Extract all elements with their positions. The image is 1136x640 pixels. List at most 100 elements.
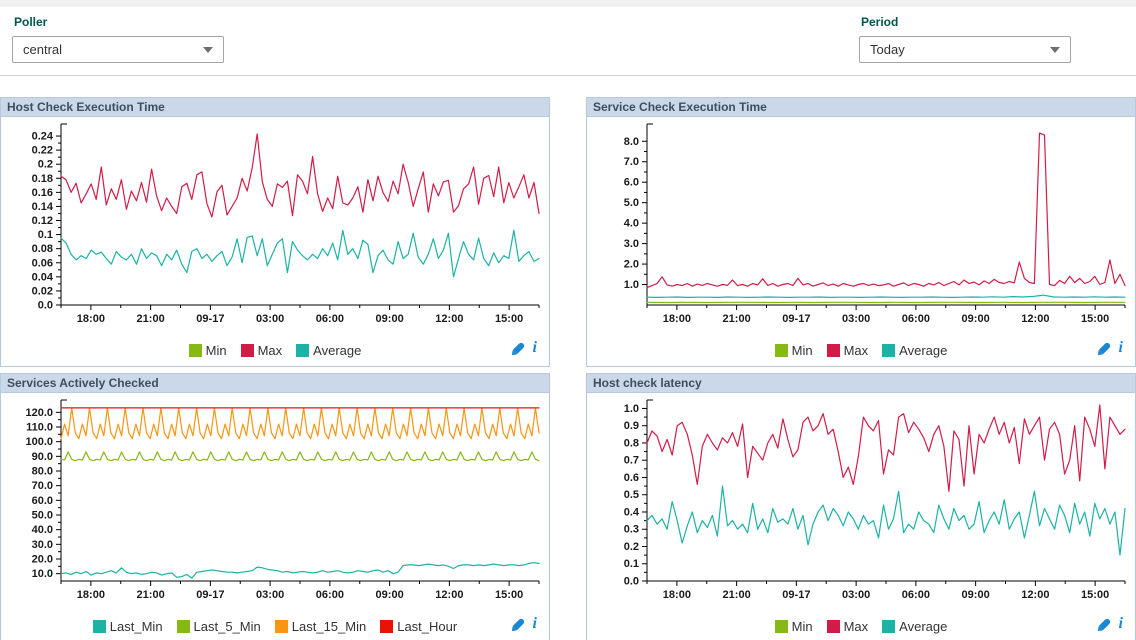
info-icon[interactable]: i	[533, 617, 537, 631]
chart-host-check-latency[interactable]: 0.00.10.20.30.40.50.60.70.80.91.018:0021…	[587, 393, 1135, 613]
legend-swatch-icon	[882, 344, 895, 357]
legend-label: Min	[792, 343, 813, 358]
series-line-Last_5_Min	[61, 452, 539, 461]
svg-text:0.2: 0.2	[624, 541, 639, 553]
legend-swatch-icon	[275, 620, 288, 633]
svg-text:120.0: 120.0	[25, 407, 53, 419]
svg-text:1.0: 1.0	[624, 403, 639, 415]
svg-text:0.16: 0.16	[32, 187, 53, 199]
edit-graph-icon[interactable]	[1098, 342, 1111, 355]
svg-text:0.4: 0.4	[624, 506, 640, 518]
svg-text:0.12: 0.12	[32, 215, 53, 227]
svg-text:0.18: 0.18	[32, 173, 53, 185]
legend-item-Min[interactable]: Min	[775, 343, 813, 358]
svg-text:12:00: 12:00	[435, 589, 463, 601]
svg-text:5.0: 5.0	[624, 197, 639, 209]
panel-services-actively-checked: Services Actively Checked 10.020.030.040…	[0, 373, 550, 640]
period-select[interactable]: Today	[859, 36, 1071, 63]
svg-text:7.0: 7.0	[624, 156, 639, 168]
svg-text:09-17: 09-17	[782, 313, 810, 325]
svg-text:0.5: 0.5	[624, 489, 639, 501]
edit-graph-icon[interactable]	[512, 618, 525, 631]
legend-swatch-icon	[93, 620, 106, 633]
panel-service-check-execution-time: Service Check Execution Time 1.02.03.04.…	[586, 97, 1136, 367]
legend-label: Last_15_Min	[292, 619, 366, 634]
svg-text:12:00: 12:00	[1021, 589, 1049, 601]
legend-swatch-icon	[241, 344, 254, 357]
chart-host-check-execution-time[interactable]: 0.00.020.040.060.080.10.120.140.160.180.…	[1, 117, 549, 337]
legend-label: Last_Hour	[397, 619, 457, 634]
legend-item-Average[interactable]: Average	[882, 619, 947, 634]
chart-title: Services Actively Checked	[1, 374, 549, 393]
charts-grid: Host Check Execution Time 0.00.020.040.0…	[0, 97, 1136, 640]
svg-text:21:00: 21:00	[137, 313, 165, 325]
svg-text:0.0: 0.0	[624, 576, 639, 588]
legend-swatch-icon	[177, 620, 190, 633]
svg-text:0.24: 0.24	[32, 131, 54, 143]
legend-item-Max[interactable]: Max	[241, 343, 283, 358]
edit-graph-icon[interactable]	[512, 342, 525, 355]
info-icon[interactable]: i	[533, 341, 537, 355]
svg-text:0.02: 0.02	[32, 285, 53, 297]
svg-text:6.0: 6.0	[624, 177, 639, 189]
period-filter-group: Period Today	[859, 13, 1071, 63]
svg-text:0.1: 0.1	[38, 229, 53, 241]
panel-host-check-execution-time: Host Check Execution Time 0.00.020.040.0…	[0, 97, 550, 367]
legend-label: Average	[313, 343, 361, 358]
legend-item-Max[interactable]: Max	[827, 343, 869, 358]
chart-legend: Min Max Average	[768, 619, 955, 634]
poller-selected-value: central	[23, 42, 62, 57]
svg-text:15:00: 15:00	[495, 589, 523, 601]
svg-text:09-17: 09-17	[782, 589, 810, 601]
dropdown-arrow-icon	[203, 47, 213, 53]
legend-item-Last_Hour[interactable]: Last_Hour	[380, 619, 457, 634]
series-line-Average	[647, 486, 1125, 555]
svg-text:10.0: 10.0	[32, 568, 53, 580]
svg-text:0.7: 0.7	[624, 455, 639, 467]
chart-services-actively-checked[interactable]: 10.020.030.040.050.060.070.080.090.0100.…	[1, 393, 549, 613]
series-line-Max	[647, 133, 1125, 288]
svg-text:0.8: 0.8	[624, 437, 639, 449]
legend-item-Average[interactable]: Average	[296, 343, 361, 358]
svg-text:60.0: 60.0	[32, 495, 53, 507]
legend-label: Max	[258, 343, 283, 358]
legend-swatch-icon	[380, 620, 393, 633]
legend-item-Average[interactable]: Average	[882, 343, 947, 358]
series-line-Average	[61, 230, 539, 276]
period-label: Period	[861, 15, 1071, 29]
legend-swatch-icon	[296, 344, 309, 357]
legend-label: Min	[792, 619, 813, 634]
legend-label: Last_Min	[110, 619, 163, 634]
svg-text:06:00: 06:00	[316, 313, 344, 325]
svg-text:15:00: 15:00	[1081, 313, 1109, 325]
svg-text:09:00: 09:00	[962, 313, 990, 325]
legend-item-Min[interactable]: Min	[775, 619, 813, 634]
svg-text:12:00: 12:00	[1021, 313, 1049, 325]
poller-filter-group: Poller central	[12, 13, 224, 63]
period-selected-value: Today	[870, 42, 905, 57]
legend-item-Last_Min[interactable]: Last_Min	[93, 619, 163, 634]
legend-item-Last_15_Min[interactable]: Last_15_Min	[275, 619, 366, 634]
legend-item-Max[interactable]: Max	[827, 619, 869, 634]
svg-text:0.22: 0.22	[32, 145, 53, 157]
legend-swatch-icon	[882, 620, 895, 633]
svg-text:0.06: 0.06	[32, 257, 53, 269]
svg-text:0.6: 0.6	[624, 472, 639, 484]
edit-graph-icon[interactable]	[1098, 618, 1111, 631]
info-icon[interactable]: i	[1119, 617, 1123, 631]
svg-text:0.0: 0.0	[38, 300, 53, 312]
svg-text:0.3: 0.3	[624, 524, 639, 536]
legend-label: Max	[844, 619, 869, 634]
info-icon[interactable]: i	[1119, 341, 1123, 355]
dropdown-arrow-icon	[1050, 47, 1060, 53]
poller-select[interactable]: central	[12, 36, 224, 63]
svg-text:2.0: 2.0	[624, 259, 639, 271]
svg-text:1.0: 1.0	[624, 279, 639, 291]
legend-item-Min[interactable]: Min	[189, 343, 227, 358]
legend-item-Last_5_Min[interactable]: Last_5_Min	[177, 619, 261, 634]
chart-service-check-execution-time[interactable]: 1.02.03.04.05.06.07.08.018:0021:0009-170…	[587, 117, 1135, 337]
svg-text:100.0: 100.0	[25, 436, 53, 448]
series-line-Average	[647, 295, 1125, 297]
legend-swatch-icon	[775, 344, 788, 357]
svg-text:0.08: 0.08	[32, 243, 53, 255]
